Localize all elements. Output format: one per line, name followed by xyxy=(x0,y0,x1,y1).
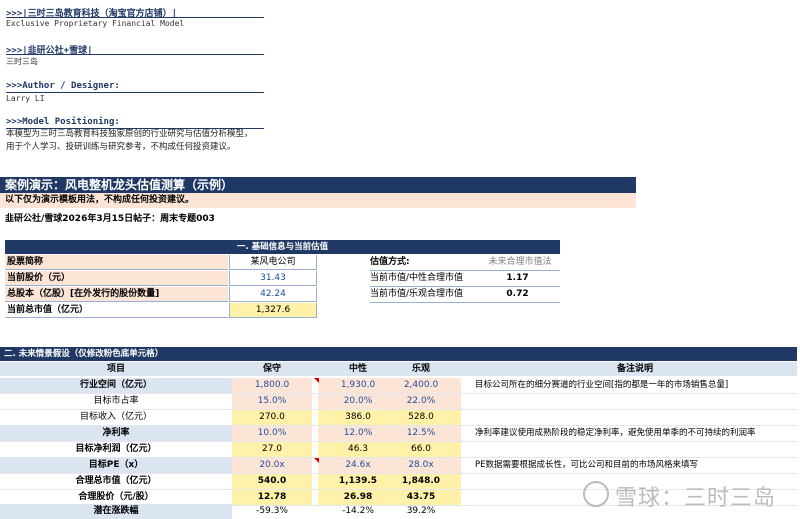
column-note: 备注说明 xyxy=(616,364,653,374)
cell-conservative[interactable]: 12.78 xyxy=(232,490,312,505)
row-label: 合理总市值（亿元） xyxy=(75,476,157,486)
comment-marker[interactable] xyxy=(314,378,319,383)
table-row: 行业空间（亿元） 1,800.0 1,930.0 2,400.0 目标公司所在的… xyxy=(0,378,797,394)
cell-conservative[interactable]: 15.0% xyxy=(232,394,312,409)
cell-optimistic[interactable]: 39.2% xyxy=(381,504,461,519)
table-row: 目标收入（亿元） 270.0 386.0 528.0 xyxy=(0,410,797,426)
table-row: 目标PE（x） 20.0x 24.6x 28.0x PE数据需要根据成长性，可比… xyxy=(0,458,797,474)
stock-name-label: 股票简称 xyxy=(5,255,228,270)
divider xyxy=(6,92,264,93)
divider xyxy=(370,302,560,303)
row-note: 净利率建议使用成熟阶段的稳定净利率，避免使用单季的不可持续的利润率 xyxy=(475,428,756,438)
cell-conservative[interactable]: -59.3% xyxy=(232,504,312,519)
row-label: 行业空间（亿元） xyxy=(0,378,232,393)
scenario-table-header: 项目 保守 中性 乐观 备注说明 xyxy=(0,362,797,376)
comment-marker[interactable] xyxy=(314,458,319,463)
total-shares-cell[interactable]: 42.24 xyxy=(229,287,317,302)
cell-conservative[interactable]: 20.0x xyxy=(232,458,312,473)
section1-header: 一. 基础信息与当前估值 xyxy=(5,240,560,254)
author-heading: >>>Author / Designer: xyxy=(6,81,120,91)
row-label: 目标市占率 xyxy=(93,396,139,406)
disclaimer-bar: 以下仅为演示模板用法，不构成任何投资建议。 xyxy=(0,193,636,208)
section2-header: 二. 未来情景假设（仅修改粉色底单元格） xyxy=(0,347,797,361)
column-conservative: 保守 xyxy=(262,364,281,374)
positioning-line-1: 本模型为三时三岛教育科技独家原创的行业研究与估值分析模型， xyxy=(6,129,253,139)
positioning-line-2: 用于个人学习、投研训练与研究参考，不构成任何投资建议。 xyxy=(6,142,236,152)
ratio-optimistic-value[interactable]: 0.72 xyxy=(460,287,575,302)
column-item: 项目 xyxy=(106,364,125,374)
row-label: 目标PE（x） xyxy=(0,458,232,473)
table-row: 目标净利润（亿元） 27.0 46.3 66.0 xyxy=(0,442,797,458)
cell-conservative[interactable]: 10.0% xyxy=(232,426,312,441)
cell-optimistic[interactable]: 43.75 xyxy=(381,490,461,505)
model-subtitle: Exclusive Proprietary Financial Model xyxy=(6,19,185,28)
author-name: Larry LI xyxy=(6,94,45,103)
cell-conservative[interactable]: 540.0 xyxy=(232,474,312,489)
ratio-neutral-label: 当前市值/中性合理市值 xyxy=(370,273,464,283)
row-note xyxy=(475,410,795,425)
cell-optimistic[interactable]: 2,400.0 xyxy=(381,378,461,393)
divider xyxy=(6,54,264,55)
cell-optimistic[interactable]: 12.5% xyxy=(381,426,461,441)
market-cap-label: 当前总市值（亿元） xyxy=(5,303,228,318)
market-cap-cell[interactable]: 1,327.6 xyxy=(229,303,317,318)
row-note: PE数据需要根据成长性，可比公司和目前的市场风格来填写 xyxy=(475,460,698,470)
watermark: 雪球：三时三岛 xyxy=(615,486,777,511)
row-label: 目标收入（亿元） xyxy=(79,412,152,422)
total-shares-label: 总股本（亿股）[在外发行的股份数量] xyxy=(5,287,228,302)
cell-optimistic[interactable]: 1,848.0 xyxy=(381,474,461,489)
positioning-heading: >>>Model Positioning: xyxy=(6,117,120,127)
source-note: 韭研公社/雪球2026年3月15日帖子：周末专题003 xyxy=(5,214,215,224)
cell-conservative[interactable]: 1,800.0 xyxy=(232,378,312,393)
row-note xyxy=(475,442,795,457)
row-label: 潜在涨跌幅 xyxy=(0,504,232,519)
cell-optimistic[interactable]: 66.0 xyxy=(381,442,461,457)
snowball-logo-icon xyxy=(583,481,609,507)
column-optimistic: 乐观 xyxy=(411,364,430,374)
case-title-banner: 案例演示：风电整机龙头估值测算（示例） xyxy=(0,177,636,193)
cell-conservative[interactable]: 27.0 xyxy=(232,442,312,457)
row-label: 净利率 xyxy=(0,426,232,441)
cell-conservative[interactable]: 270.0 xyxy=(232,410,312,425)
divider xyxy=(6,17,264,18)
row-label: 合理股价（元/股） xyxy=(78,492,154,502)
cell-optimistic[interactable]: 22.0% xyxy=(381,394,461,409)
cell-optimistic[interactable]: 528.0 xyxy=(381,410,461,425)
table-row: 目标市占率 15.0% 20.0% 22.0% xyxy=(0,394,797,410)
platform-name: 三时三岛 xyxy=(6,57,38,66)
row-note: 目标公司所在的细分赛道的行业空间[指的都是一年的市场销售总量] xyxy=(475,380,729,390)
row-label: 目标净利润（亿元） xyxy=(75,444,157,454)
valuation-method-label: 估值方式: xyxy=(370,257,410,267)
ratio-neutral-value[interactable]: 1.17 xyxy=(460,271,575,286)
current-price-cell[interactable]: 31.43 xyxy=(229,271,317,286)
ratio-optimistic-label: 当前市值/乐观合理市值 xyxy=(370,289,464,299)
current-price-label: 当前股价（元） xyxy=(5,271,228,286)
valuation-method-value[interactable]: 未来合理市值法 xyxy=(465,255,575,270)
row-note xyxy=(475,394,795,409)
cell-optimistic[interactable]: 28.0x xyxy=(381,458,461,473)
table-row: 净利率 10.0% 12.0% 12.5% 净利率建议使用成熟阶段的稳定净利率，… xyxy=(0,426,797,442)
stock-name-cell[interactable]: 某风电公司 xyxy=(229,255,317,270)
